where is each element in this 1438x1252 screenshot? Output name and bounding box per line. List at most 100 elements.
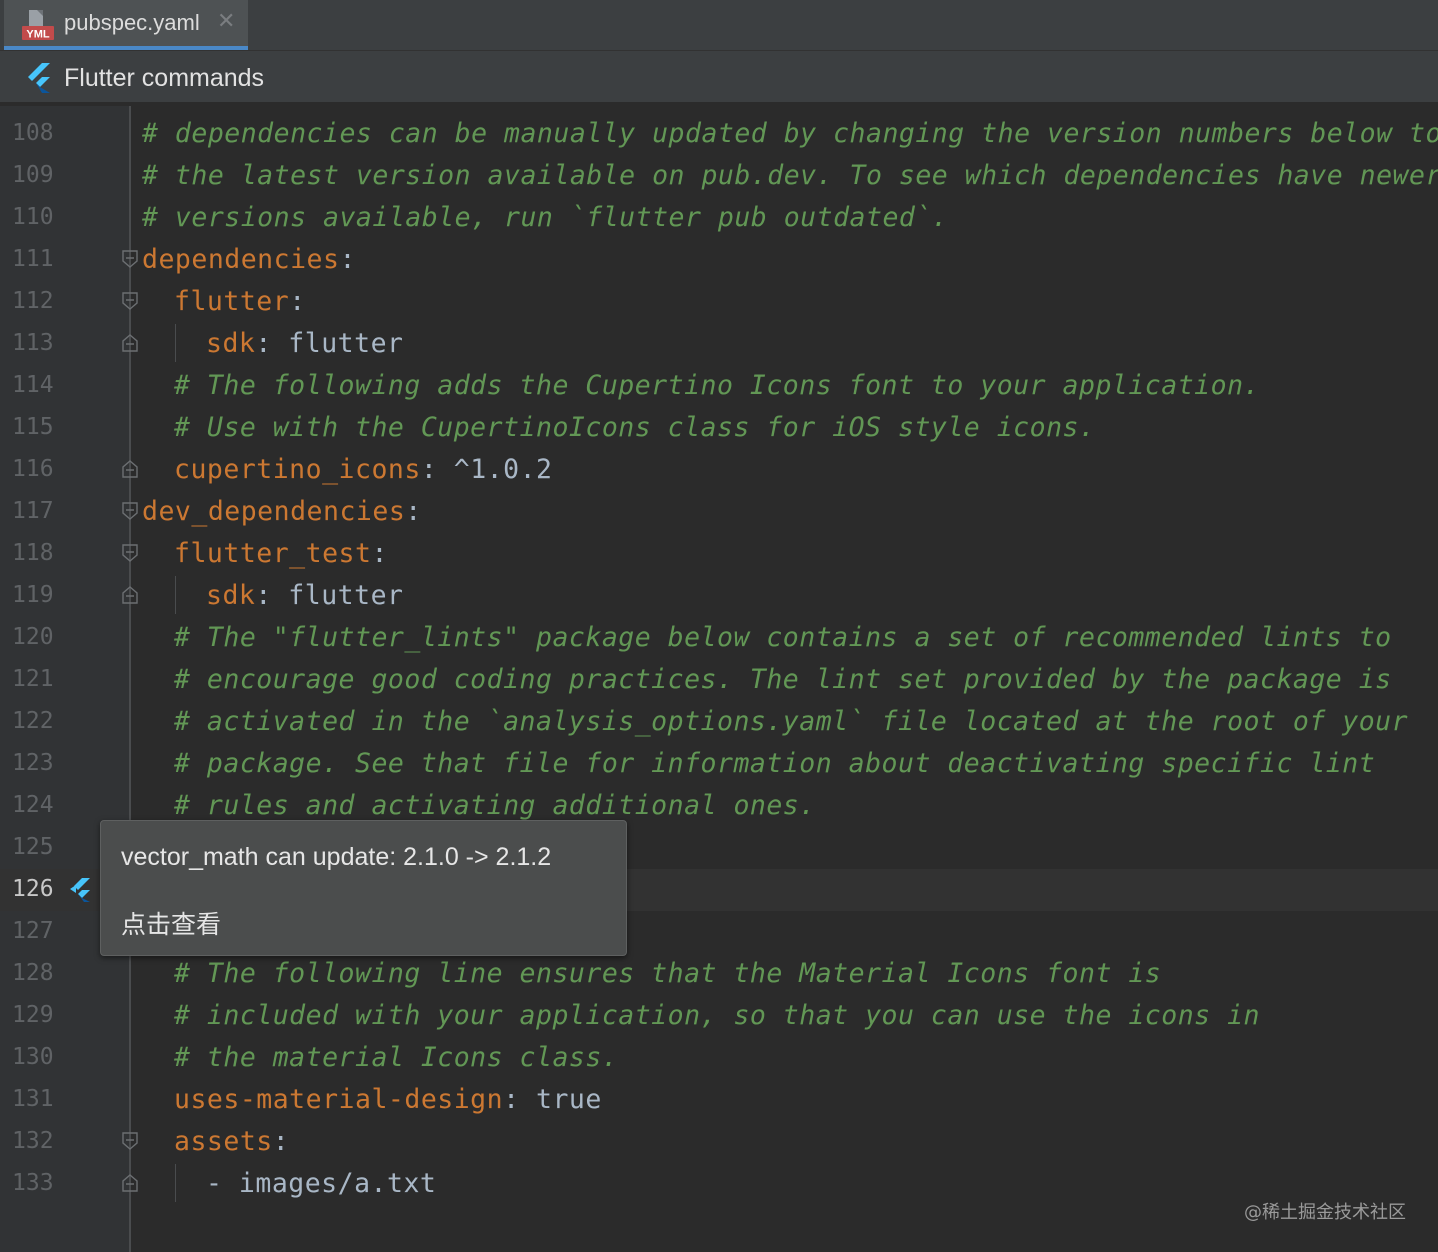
fold-close-icon[interactable]	[121, 585, 139, 605]
code-comment: # The "flutter_lints" package below cont…	[174, 622, 1392, 653]
code-comment: # package. See that file for information…	[174, 748, 1376, 779]
editor-tab-bar: YML pubspec.yaml ✕	[0, 0, 1438, 51]
flutter-icon	[28, 63, 50, 93]
yaml-key: dev_dependencies	[142, 496, 406, 527]
code-line[interactable]: 131 uses-material-design: true	[0, 1078, 1438, 1120]
fold-close-icon[interactable]	[121, 1173, 139, 1193]
code-line[interactable]: 121 # encourage good coding practices. Th…	[0, 658, 1438, 700]
code-line[interactable]: 116 cupertino_icons: ^1.0.2	[0, 448, 1438, 490]
line-number: 125	[12, 834, 54, 860]
tab-title: pubspec.yaml	[64, 10, 200, 35]
update-tooltip-popup: vector_math can update: 2.1.0 -> 2.1.2 点…	[100, 820, 627, 956]
code-line[interactable]: 109 # the latest version available on pub…	[0, 154, 1438, 196]
yaml-separator: :	[339, 244, 356, 275]
code-editor[interactable]: 108 # dependencies can be manually update…	[0, 106, 1438, 1252]
indent-guide	[175, 576, 176, 614]
line-number: 128	[12, 960, 54, 986]
flutter-commands-bar[interactable]: Flutter commands	[0, 51, 1438, 104]
fold-open-icon[interactable]	[121, 1131, 139, 1151]
flutter-update-icon[interactable]	[68, 874, 98, 904]
line-number: 131	[12, 1086, 54, 1112]
line-number: 129	[12, 1002, 54, 1028]
line-number: 111	[12, 246, 54, 272]
code-line[interactable]: 117 dev_dependencies:	[0, 490, 1438, 532]
yaml-separator: :	[371, 538, 388, 569]
yaml-key-value: sdk: flutter	[206, 328, 403, 359]
fold-close-icon[interactable]	[121, 459, 139, 479]
yaml-value: flutter	[288, 328, 404, 359]
svg-text:YML: YML	[26, 29, 50, 41]
line-number: 118	[12, 540, 54, 566]
code-line[interactable]: 128 # The following line ensures that the…	[0, 952, 1438, 994]
code-line[interactable]: 133 - images/a.txt	[0, 1162, 1438, 1204]
line-number: 116	[12, 456, 54, 482]
code-line[interactable]: 110 # versions available, run `flutter pu…	[0, 196, 1438, 238]
yaml-key: assets	[174, 1126, 273, 1157]
line-number: 133	[12, 1170, 54, 1196]
code-line[interactable]: 112 flutter:	[0, 280, 1438, 322]
view-details-link[interactable]: 点击查看	[121, 905, 221, 941]
code-comment: # activated in the `analysis_options.yam…	[174, 706, 1409, 737]
code-comment: # the latest version available on pub.de…	[142, 160, 1438, 191]
yaml-file-icon: YML	[22, 10, 54, 41]
yaml-separator: :	[420, 454, 454, 485]
yaml-list-item: - images/a.txt	[206, 1168, 437, 1199]
code-line[interactable]: 122 # activated in the `analysis_options.…	[0, 700, 1438, 742]
line-number: 119	[12, 582, 54, 608]
code-line[interactable]: 115 # Use with the CupertinoIcons class f…	[0, 406, 1438, 448]
yaml-key: uses-material-design	[174, 1084, 504, 1115]
line-number: 132	[12, 1128, 54, 1154]
code-line[interactable]: 130 # the material Icons class.	[0, 1036, 1438, 1078]
yaml-separator: :	[503, 1084, 537, 1115]
code-line[interactable]: 114 # The following adds the Cupertino Ic…	[0, 364, 1438, 406]
code-line[interactable]: 113 sdk: flutter	[0, 322, 1438, 364]
fold-close-icon[interactable]	[121, 333, 139, 353]
yaml-separator: :	[405, 496, 422, 527]
line-number: 127	[12, 918, 54, 944]
yaml-separator: :	[289, 286, 306, 317]
code-comment: # The following line ensures that the Ma…	[174, 958, 1162, 989]
yaml-key-value: dependencies:	[142, 244, 356, 275]
line-number: 112	[12, 288, 54, 314]
code-line[interactable]: 123 # package. See that file for informat…	[0, 742, 1438, 784]
line-number: 123	[12, 750, 54, 776]
line-number: 110	[12, 204, 54, 230]
line-number: 130	[12, 1044, 54, 1070]
code-comment: # The following adds the Cupertino Icons…	[174, 370, 1260, 401]
code-comment: # rules and activating additional ones.	[174, 790, 816, 821]
line-number: 121	[12, 666, 54, 692]
code-line[interactable]: 132 assets:	[0, 1120, 1438, 1162]
code-line[interactable]: 111 dependencies:	[0, 238, 1438, 280]
code-line[interactable]: 108 # dependencies can be manually update…	[0, 112, 1438, 154]
line-number: 109	[12, 162, 54, 188]
yaml-key: sdk	[206, 580, 256, 611]
fold-open-icon[interactable]	[121, 501, 139, 521]
fold-open-icon[interactable]	[121, 249, 139, 269]
code-line[interactable]: 120 # The "flutter_lints" package below c…	[0, 616, 1438, 658]
code-line[interactable]: 129 # included with your application, so …	[0, 994, 1438, 1036]
code-line[interactable]: 119 sdk: flutter	[0, 574, 1438, 616]
yaml-key: flutter_test	[174, 538, 372, 569]
close-icon[interactable]: ✕	[217, 9, 235, 34]
yaml-key: cupertino_icons	[174, 454, 421, 485]
fold-open-icon[interactable]	[121, 291, 139, 311]
fold-open-icon[interactable]	[121, 543, 139, 563]
yaml-key-value: flutter_test:	[174, 538, 388, 569]
code-comment: # Use with the CupertinoIcons class for …	[174, 412, 1096, 443]
line-number: 114	[12, 372, 54, 398]
code-line[interactable]: 118 flutter_test:	[0, 532, 1438, 574]
tab-pubspec-yaml[interactable]: YML pubspec.yaml ✕	[4, 0, 248, 50]
yaml-separator: :	[255, 580, 289, 611]
yaml-key-value: uses-material-design: true	[174, 1084, 602, 1115]
code-comment: # the material Icons class.	[174, 1042, 619, 1073]
watermark: @稀土掘金技术社区	[1244, 1202, 1406, 1223]
line-number: 108	[12, 120, 54, 146]
line-number: 117	[12, 498, 54, 524]
yaml-value: ^1.0.2	[453, 454, 553, 485]
flutter-commands-label: Flutter commands	[64, 64, 265, 92]
yaml-key: flutter	[174, 286, 290, 317]
code-comment: # versions available, run `flutter pub o…	[142, 202, 949, 233]
line-number: 120	[12, 624, 54, 650]
indent-guide	[175, 324, 176, 362]
yaml-key: sdk	[206, 328, 256, 359]
